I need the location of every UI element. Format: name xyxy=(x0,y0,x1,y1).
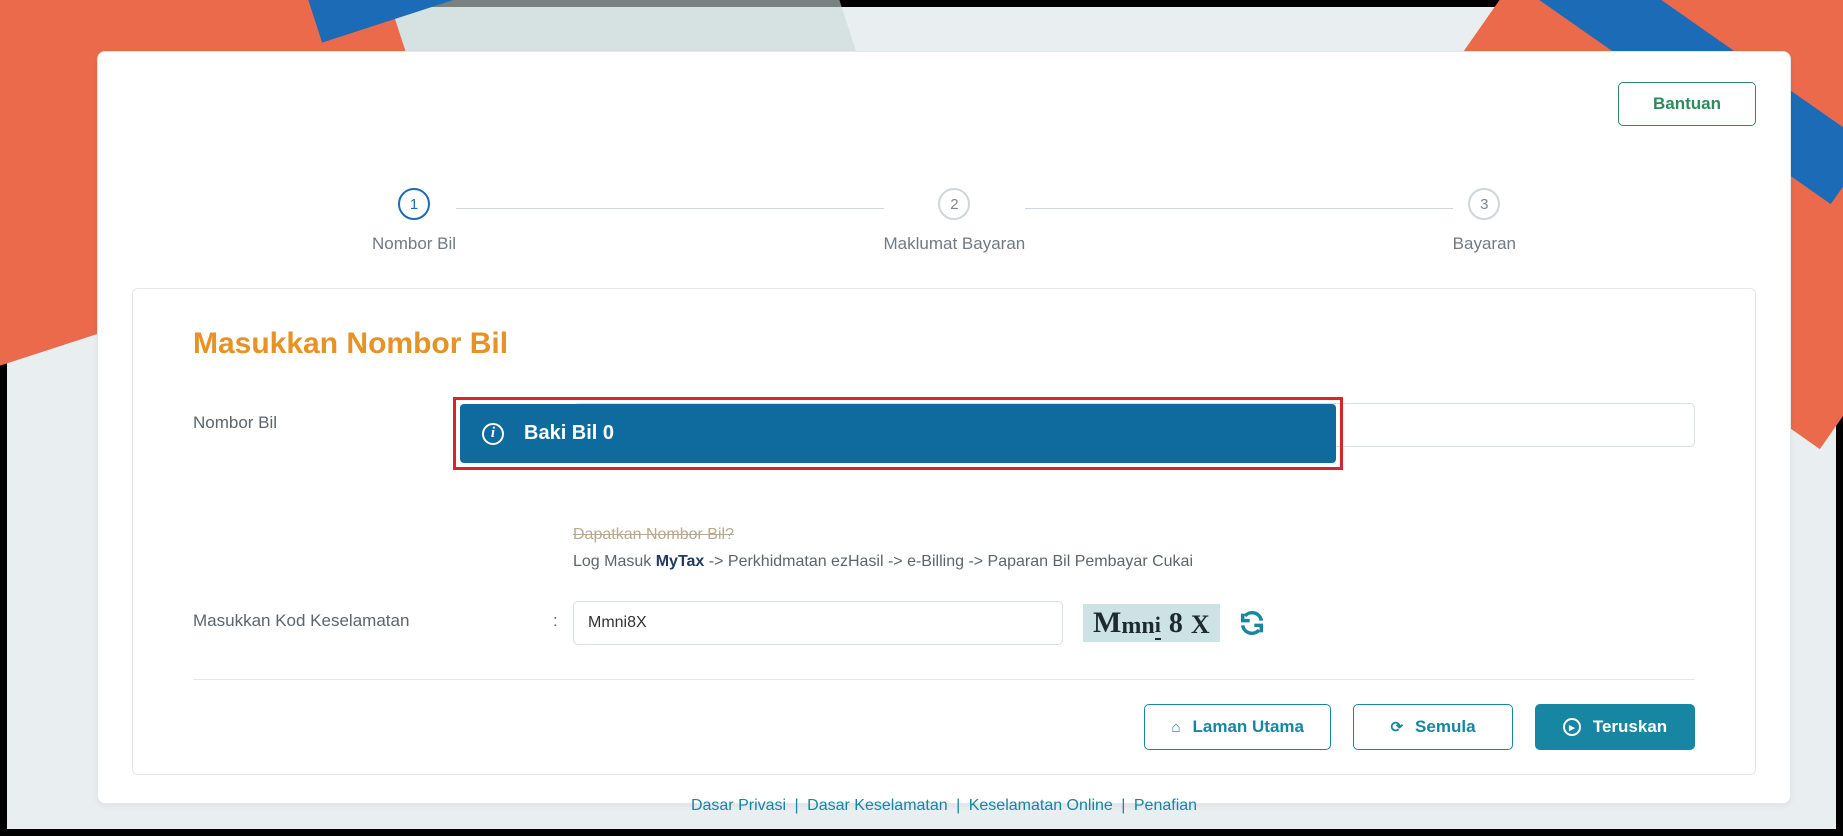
section-title: Masukkan Nombor Bil xyxy=(193,327,1695,361)
step-2: 2 Maklumat Bayaran xyxy=(884,188,1026,254)
reset-button-label: Semula xyxy=(1415,717,1475,737)
step-connector xyxy=(456,208,883,209)
footer-security-link[interactable]: Dasar Keselamatan xyxy=(807,797,948,814)
step-label: Nombor Bil xyxy=(372,234,456,254)
step-circle: 3 xyxy=(1468,188,1500,220)
step-label: Maklumat Bayaran xyxy=(884,234,1026,254)
step-circle: 2 xyxy=(938,188,970,220)
footer-sep: | xyxy=(956,797,965,814)
mytax-brand: MyTax xyxy=(656,553,705,570)
home-button-label: Laman Utama xyxy=(1193,717,1304,737)
step-connector xyxy=(1025,208,1452,209)
continue-button-label: Teruskan xyxy=(1593,717,1667,737)
alert-text: Baki Bil 0 xyxy=(524,422,614,445)
main-card: Bantuan 1 Nombor Bil 2 Maklumat Bayaran … xyxy=(97,51,1791,804)
button-row: ⌂ Laman Utama ⟳ Semula ▸ Teruskan xyxy=(193,704,1695,750)
footer-disclaimer-link[interactable]: Penafian xyxy=(1134,797,1197,814)
alert-highlight-box: i Baki Bil 0 xyxy=(453,397,1343,470)
footer-sep: | xyxy=(795,797,804,814)
hint-prefix: Log Masuk xyxy=(573,553,656,570)
colon: : xyxy=(553,601,573,631)
form-card: Masukkan Nombor Bil Nombor Bil i Baki Bi… xyxy=(132,288,1756,775)
footer-online-security-link[interactable]: Keselamatan Online xyxy=(969,797,1113,814)
step-3: 3 Bayaran xyxy=(1453,188,1516,254)
refresh-captcha-icon[interactable] xyxy=(1238,609,1266,637)
arrow-right-icon: ▸ xyxy=(1563,718,1581,736)
hint-suffix: -> Perkhidmatan ezHasil -> e-Billing -> … xyxy=(704,553,1193,570)
home-button[interactable]: ⌂ Laman Utama xyxy=(1144,704,1331,750)
footer-sep: | xyxy=(1121,797,1130,814)
hint-question: Dapatkan Nombor Bil? xyxy=(573,521,1695,548)
captcha-image: M m n i 8 X xyxy=(1083,604,1220,642)
footer-privacy-link[interactable]: Dasar Privasi xyxy=(691,797,786,814)
help-button[interactable]: Bantuan xyxy=(1618,82,1756,126)
alert-banner: i Baki Bil 0 xyxy=(460,404,1336,463)
reset-button[interactable]: ⟳ Semula xyxy=(1353,704,1513,750)
step-circle: 1 xyxy=(398,188,430,220)
refresh-icon: ⟳ xyxy=(1390,718,1403,736)
info-icon: i xyxy=(482,423,504,445)
stepper: 1 Nombor Bil 2 Maklumat Bayaran 3 Bayara… xyxy=(372,188,1516,254)
divider xyxy=(193,679,1695,680)
footer-links: Dasar Privasi | Dasar Keselamatan | Kese… xyxy=(132,797,1756,815)
continue-button[interactable]: ▸ Teruskan xyxy=(1535,704,1695,750)
hint-block: Dapatkan Nombor Bil? Log Masuk MyTax -> … xyxy=(573,521,1695,575)
security-code-label: Masukkan Kod Keselamatan xyxy=(193,601,553,631)
step-label: Bayaran xyxy=(1453,234,1516,254)
home-icon: ⌂ xyxy=(1171,719,1180,736)
step-1: 1 Nombor Bil xyxy=(372,188,456,254)
security-code-input[interactable] xyxy=(573,601,1063,645)
